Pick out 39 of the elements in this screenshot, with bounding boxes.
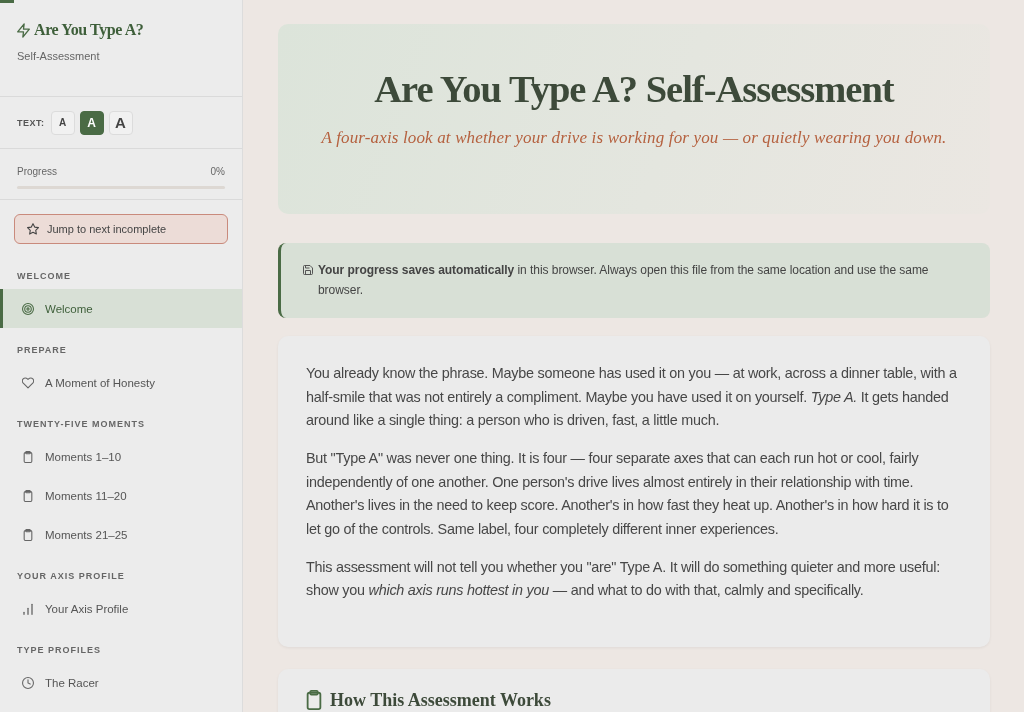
progress-value: 0% <box>210 165 225 179</box>
notice-text: Your progress saves automatically in this browser. Always open this file from the same location and use the same browser. <box>318 262 930 299</box>
nav-item[interactable]: Moments 1–10 <box>0 437 242 476</box>
intro-paragraph: You already know the phrase. Maybe someone has used it on you — at work, across a dinner table, with a half-smile that was not entirely a compliment. Maybe you have used it on yourself. Type A. It gets handed around like a single thing: a person who is driven, fast, a little much. <box>306 364 958 430</box>
nav-item[interactable]: Your Axis Profile <box>0 589 242 628</box>
star-icon <box>27 223 39 235</box>
clipboard-icon <box>306 689 322 710</box>
heart-icon <box>22 376 34 389</box>
clipboard-icon <box>22 450 34 463</box>
bar-chart-icon <box>22 602 34 615</box>
lightning-bolt-icon <box>17 22 30 38</box>
text-size-button[interactable]: A <box>79 110 104 135</box>
clock-icon <box>22 676 34 689</box>
text-size-label: TEXT: <box>17 117 45 128</box>
text-size-button[interactable]: A <box>50 110 75 135</box>
nav-section-heading: YOUR AXIS PROFILE <box>16 570 126 583</box>
nav-section-heading: WELCOME <box>16 270 72 283</box>
nav-section-heading: TYPE PROFILES <box>16 644 102 657</box>
progress-label: Progress <box>17 165 57 179</box>
nav-item[interactable]: The Racer <box>0 663 242 702</box>
jump-button[interactable]: Jump to next incomplete <box>14 214 228 244</box>
intro-paragraph: But "Type A" was never one thing. It is four — four separate axes that can each run hot or cool, fairly independently of one another. One person's drive lives almost entirely in their relationship with time. Another's lives in the need to keep score. Another's in how fast they heat up. Another's in how hard it is to let go of the controls. Same label, four completely different inner experiences. <box>306 449 950 539</box>
nav-item[interactable]: Welcome <box>0 289 242 328</box>
clipboard-icon <box>22 489 34 502</box>
sidebar-subtitle: Self-Assessment <box>17 49 101 64</box>
section-heading: How This Assessment Works <box>330 688 551 711</box>
target-icon <box>22 302 34 315</box>
nav-section-heading: PREPARE <box>16 344 68 357</box>
page-subtitle: A four-axis look at whether your drive is working for you — or quietly wearing you down. <box>319 127 948 149</box>
nav-item[interactable]: Moments 11–20 <box>0 476 242 515</box>
text-size-button[interactable]: A <box>108 110 133 135</box>
save-icon <box>303 265 313 275</box>
intro-paragraph: This assessment will not tell you whether you "are" Type A. It will do something quieter and more useful: show you which axis runs hottest in you — and what to do with that, calmly and specifically. <box>306 557 941 600</box>
page-title: Are You Type A? Self-Assessment <box>373 67 896 111</box>
clipboard-icon <box>22 528 34 541</box>
nav-item[interactable]: Moments 21–25 <box>0 515 242 554</box>
nav-section-heading: TWENTY-FIVE MOMENTS <box>16 418 146 431</box>
sidebar-title: Are You Type A? <box>34 21 144 39</box>
nav-item[interactable]: A Moment of Honesty <box>0 363 242 402</box>
